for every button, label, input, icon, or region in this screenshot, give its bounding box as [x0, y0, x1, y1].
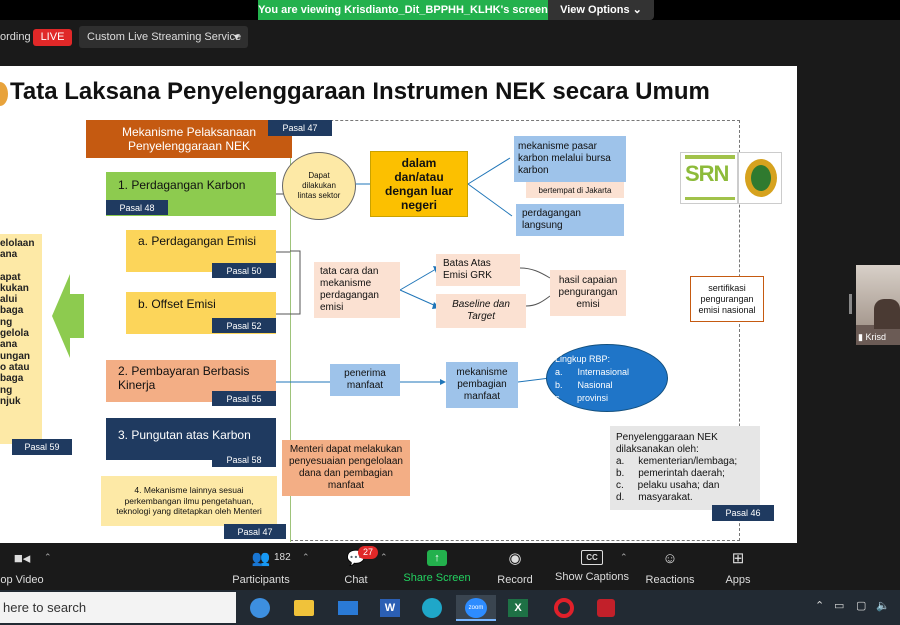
participants-button[interactable]: 👥 Participants [230, 543, 292, 590]
penyelenggara-item: a. kementerian/lembaga; [616, 456, 738, 467]
klhk-logo [738, 152, 782, 204]
network-icon[interactable]: ▢ [856, 599, 866, 612]
participant-name-text: Krisd [865, 332, 886, 342]
hasil-capaian-box: hasil capaian pengurangan emisi [550, 270, 626, 316]
tata-cara-box: tata cara dan mekanisme perdagangan emis… [314, 262, 400, 318]
apps-grid-icon: ⊞ [731, 550, 745, 567]
edge-icon[interactable] [414, 595, 450, 621]
viewing-screen-banner: You are viewing Krisdianto_Dit_BPPHH_KLH… [258, 0, 548, 20]
chat-label: Chat [344, 574, 368, 586]
caret-down-icon: ▼ [232, 32, 241, 42]
record-icon: ◉ [508, 550, 522, 567]
lingkup-item: c. provinsi [555, 393, 609, 403]
view-options-button[interactable]: View Options ⌄ [548, 0, 654, 20]
display-icon[interactable]: ▭ [834, 599, 844, 612]
show-captions-button[interactable]: CC Show Captions [554, 543, 630, 590]
share-screen-button[interactable]: ↑ Share Screen [402, 543, 472, 590]
lingkup-item: a. Internasional [555, 367, 630, 377]
lingkup-title: Lingkup RBP: [555, 354, 611, 364]
tray-chevron-up-icon[interactable]: ⌃ [815, 599, 824, 612]
show-captions-label: Show Captions [555, 571, 629, 583]
hasil-capaian-text: hasil capaian pengurangan emisi [558, 275, 618, 310]
stop-video-button[interactable]: ■◂ op Video [0, 543, 44, 590]
excel-icon[interactable]: X [500, 595, 536, 621]
reactions-label: Reactions [645, 574, 695, 586]
apps-label: Apps [725, 574, 751, 586]
mail-icon[interactable] [330, 595, 366, 621]
reactions-button[interactable]: ☺ Reactions [640, 543, 700, 590]
jakarta-box: bertempat di Jakarta [526, 182, 624, 198]
sertifikasi-box: sertifikasi pengurangan emisi nasional [690, 276, 764, 322]
lingkup-item: b. Nasional [555, 380, 613, 390]
participants-label: Participants [232, 574, 290, 586]
batas-atas-text: Batas Atas Emisi GRK [443, 258, 492, 281]
srn-logo-text: SRN [685, 161, 729, 186]
recording-label: ording [0, 31, 31, 43]
tata-cara-text: tata cara dan mekanisme perdagangan emis… [320, 266, 379, 313]
menteri-text: Menteri dapat melakukan penyesuaian peng… [289, 444, 403, 491]
apps-button[interactable]: ⊞ Apps [718, 543, 758, 590]
app-red-icon[interactable] [588, 595, 624, 621]
opera-icon[interactable] [546, 595, 582, 621]
speaker-icon[interactable]: 🔈 [876, 599, 890, 612]
penyelenggara-item: b. pemerintah daerah; [616, 468, 725, 479]
view-options-label: View Options [560, 4, 630, 16]
word-icon[interactable]: W [372, 595, 408, 621]
baseline-box: Baseline dan Target [436, 294, 526, 328]
file-explorer-icon[interactable] [286, 595, 322, 621]
chevron-down-icon: ⌄ [632, 4, 642, 16]
cortana-icon[interactable] [242, 595, 278, 621]
video-options-caret[interactable]: ⌃ [44, 552, 52, 563]
penyelenggara-item: c. pelaku usaha; dan [616, 480, 720, 491]
pembagian-manfaat-text: mekanisme pembagian manfaat [456, 367, 508, 402]
lingkup-rbp-ellipse: Lingkup RBP: a. Internasional b. Nasiona… [546, 344, 668, 412]
share-screen-icon: ↑ [427, 550, 447, 566]
record-button[interactable]: ◉ Record [492, 543, 538, 590]
taskbar-search-input[interactable]: here to search [0, 592, 236, 623]
jakarta-text: bertempat di Jakarta [538, 185, 612, 195]
panel-resize-handle[interactable] [849, 294, 852, 314]
shared-slide: Tata Laksana Penyelenggaraan Instrumen N… [0, 66, 797, 543]
search-placeholder: here to search [3, 600, 87, 615]
participants-options-caret[interactable]: ⌃ [302, 552, 310, 563]
stream-service-label: Custom Live Streaming Service [87, 31, 242, 43]
penyelenggara-item: d. masyarakat. [616, 492, 693, 503]
chat-options-caret[interactable]: ⌃ [380, 552, 388, 563]
pembagian-manfaat-box: mekanisme pembagian manfaat [446, 362, 518, 408]
penerima-manfaat-box: penerima manfaat [330, 364, 400, 396]
captions-options-caret[interactable]: ⌃ [620, 552, 628, 563]
video-camera-icon: ■◂ [13, 550, 31, 567]
share-screen-label: Share Screen [403, 572, 471, 584]
penyelenggara-title: Penyelenggaraan NEK dilaksanakan oleh: [616, 432, 718, 455]
dalam-negeri-box: dalam dan/atau dengan luar negeri [370, 151, 468, 217]
srn-logo: SRN [680, 152, 738, 204]
record-label: Record [497, 574, 533, 586]
live-badge: LIVE [33, 29, 72, 46]
cc-icon: CC [581, 550, 603, 565]
penerima-manfaat-text: penerima manfaat [344, 368, 386, 391]
lintas-sektor-ellipse: Dapat dilakukan lintas sektor [282, 152, 356, 220]
perdagangan-langsung-text: perdagangan langsung [522, 208, 581, 231]
participants-count: 182 [274, 552, 291, 563]
chat-unread-badge: 27 [358, 546, 378, 559]
menteri-box: Menteri dapat melakukan penyesuaian peng… [282, 440, 410, 496]
participant-name: ▮ Krisd [858, 332, 886, 343]
perdagangan-langsung-box: perdagangan langsung [516, 204, 624, 236]
pasar-karbon-text: mekanisme pasar karbon melalui bursa kar… [518, 141, 611, 176]
baseline-text: Baseline dan Target [452, 299, 510, 322]
pasar-karbon-box: mekanisme pasar karbon melalui bursa kar… [514, 136, 626, 182]
stop-video-label: op Video [0, 574, 44, 586]
signal-bars-icon: ▮ [858, 332, 863, 342]
penyelenggara-box: Penyelenggaraan NEK dilaksanakan oleh: a… [610, 426, 760, 510]
lintas-sektor-text: Dapat dilakukan lintas sektor [297, 171, 341, 200]
sertifikasi-text: sertifikasi pengurangan emisi nasional [698, 282, 756, 315]
smiley-plus-icon: ☺ [662, 550, 678, 567]
zoom-app-icon[interactable]: zoom [456, 595, 496, 621]
dalam-negeri-text: dalam dan/atau dengan luar negeri [384, 156, 453, 212]
batas-atas-box: Batas Atas Emisi GRK [436, 254, 520, 286]
live-stream-service-dropdown[interactable]: Custom Live Streaming Service ▼ [79, 26, 248, 48]
pasal-46-tag: Pasal 46 [712, 505, 774, 521]
